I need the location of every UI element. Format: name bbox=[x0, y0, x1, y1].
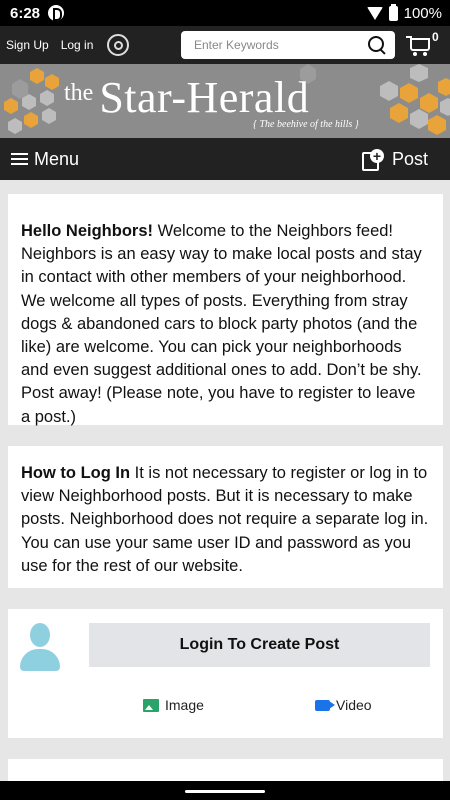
system-navigation-bar bbox=[0, 781, 450, 800]
welcome-heading: Hello Neighbors! bbox=[21, 222, 154, 240]
search-box bbox=[181, 31, 395, 59]
battery-icon bbox=[388, 3, 398, 21]
search-input[interactable] bbox=[194, 38, 367, 52]
status-time: 6:28 bbox=[10, 4, 41, 22]
welcome-text: Hello Neighbors! Welcome to the Neighbor… bbox=[8, 194, 443, 429]
menu-bar: Menu + Post bbox=[0, 138, 450, 180]
top-navigation: Sign Up Log in 0 bbox=[0, 26, 450, 64]
video-camera-icon bbox=[315, 699, 330, 711]
logo-name: Star-Herald bbox=[99, 73, 310, 122]
battery-percent: 100% bbox=[403, 4, 442, 22]
cart-button[interactable]: 0 bbox=[406, 30, 444, 59]
sign-up-link[interactable]: Sign Up bbox=[6, 38, 49, 52]
video-label: Video bbox=[336, 697, 372, 713]
video-attach-button[interactable]: Video bbox=[315, 697, 372, 713]
logo-tagline: { The beehive of the hills } bbox=[253, 119, 359, 130]
cart-count: 0 bbox=[432, 30, 439, 44]
user-avatar-icon bbox=[20, 623, 60, 671]
image-icon bbox=[143, 698, 159, 712]
welcome-body: Welcome to the Neighbors feed! Neighbors… bbox=[21, 222, 422, 426]
post-label: Post bbox=[391, 148, 428, 169]
log-in-link[interactable]: Log in bbox=[61, 38, 94, 52]
menu-button[interactable]: Menu bbox=[34, 149, 79, 170]
hamburger-menu-icon[interactable] bbox=[11, 152, 28, 166]
login-to-create-post-button[interactable]: Login To Create Post bbox=[89, 623, 430, 667]
status-right: 100% bbox=[366, 3, 442, 22]
image-label: Image bbox=[165, 697, 204, 713]
settings-gear-icon[interactable] bbox=[107, 34, 130, 56]
logo-the: the bbox=[64, 80, 94, 106]
home-gesture-handle[interactable] bbox=[185, 790, 265, 793]
add-post-icon: + bbox=[361, 149, 384, 171]
welcome-card: Hello Neighbors! Welcome to the Neighbor… bbox=[8, 194, 443, 426]
status-bar: 6:28 100% bbox=[0, 0, 450, 26]
login-info-text: How to Log In It is not necessary to reg… bbox=[8, 446, 443, 578]
masthead-banner[interactable]: the Star-Herald { The beehive of the hill… bbox=[0, 64, 450, 138]
post-composer-card: Login To Create Post Image Video bbox=[8, 609, 443, 738]
login-info-heading: How to Log In bbox=[21, 464, 131, 482]
site-logo: the Star-Herald bbox=[64, 72, 309, 123]
notification-icon bbox=[48, 5, 65, 21]
image-attach-button[interactable]: Image bbox=[143, 697, 204, 713]
post-button[interactable]: + Post bbox=[361, 148, 428, 171]
search-icon[interactable] bbox=[367, 35, 387, 55]
login-info-card: How to Log In It is not necessary to reg… bbox=[8, 446, 443, 588]
wifi-icon bbox=[366, 6, 383, 20]
shopping-cart-icon bbox=[406, 36, 430, 56]
